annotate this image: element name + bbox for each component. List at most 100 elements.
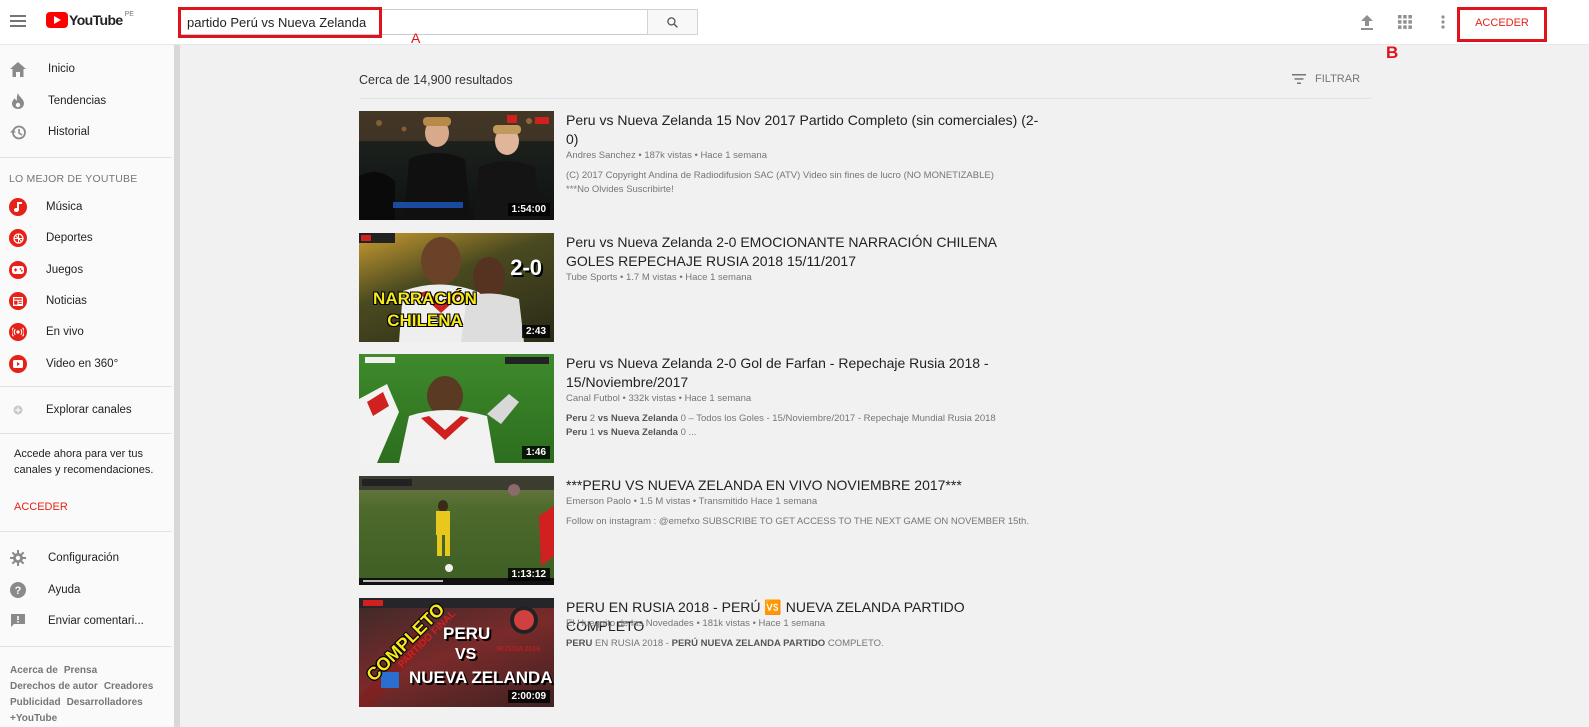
footer-link[interactable]: Desarrolladores xyxy=(67,697,143,708)
video-description: Follow on instagram : @emefxo SUBSCRIBE … xyxy=(566,515,1066,529)
thumbnail-badge-overlay: RUSSIA 2018 xyxy=(497,646,541,653)
youtube-play-icon xyxy=(46,12,68,28)
upload-icon[interactable] xyxy=(1358,13,1376,31)
sidebar-item-help[interactable]: ? Ayuda xyxy=(0,575,172,605)
video-360-icon xyxy=(9,355,27,373)
logo-wordmark: YouTube xyxy=(69,12,123,28)
sidebar-item-label: Tendencias xyxy=(48,95,107,107)
video-thumbnail[interactable]: 1:54:00 xyxy=(359,111,554,220)
settings-icon xyxy=(9,549,27,567)
search-button[interactable] xyxy=(647,9,698,35)
sidebar-divider xyxy=(0,531,172,532)
sidebar-item-feedback[interactable]: Enviar comentari... xyxy=(0,606,172,636)
video-meta: Canal Futbol • 332k vistas • Hace 1 sema… xyxy=(566,393,752,404)
footer-link[interactable]: +YouTube xyxy=(10,713,57,724)
gaming-icon xyxy=(9,261,27,279)
video-result: 2-0 NARRACIÓN CHILENA 2:43 Peru vs Nueva… xyxy=(359,233,1059,343)
sidebar-item-label: Juegos xyxy=(46,264,84,276)
video-duration: 1:13:12 xyxy=(507,568,550,581)
keyword-highlight: PERÚ NUEVA ZELANDA PARTIDO xyxy=(671,638,826,649)
signin-button[interactable]: ACCEDER xyxy=(1462,12,1542,34)
footer-link[interactable]: Creadores xyxy=(104,681,153,692)
video-description-line: Peru 1 vs Nueva Zelanda 0 ... xyxy=(566,426,1066,440)
video-description: Peru 2 vs Nueva Zelanda 0 – Todos los Go… xyxy=(566,412,1066,440)
sidebar-divider xyxy=(0,646,172,647)
sidebar-item-home[interactable]: Inicio xyxy=(0,54,172,84)
video-title[interactable]: Peru vs Nueva Zelanda 2-0 EMOCIONANTE NA… xyxy=(566,233,1046,271)
thumbnail-caption-overlay: NARRACIÓN CHILENA xyxy=(373,289,477,330)
footer-links: Acerca de Prensa Derechos de autor Creador… xyxy=(10,663,170,727)
sidebar-item-history[interactable]: Historial xyxy=(0,117,172,147)
video-result: 1:54:00 Peru vs Nueva Zelanda 15 Nov 201… xyxy=(359,111,1059,221)
sidebar-item-music[interactable]: Música xyxy=(0,192,172,222)
sidebar-item-sports[interactable]: Deportes xyxy=(0,223,172,253)
video-description-line: ***No Olvides Suscribirte! xyxy=(566,184,674,195)
video-meta: El Huequito de las Novedades • 181k vist… xyxy=(566,618,826,629)
description-text: 0 – Todos los Goles - 15/Noviembre/2017 … xyxy=(677,413,996,424)
video-title[interactable]: Peru vs Nueva Zelanda 15 Nov 2017 Partid… xyxy=(566,111,1046,149)
sidebar-item-live[interactable]: En vivo xyxy=(0,317,172,347)
apps-icon[interactable] xyxy=(1396,13,1414,31)
sidebar-item-label: Inicio xyxy=(48,63,75,75)
sidebar-item-news[interactable]: Noticias xyxy=(0,286,172,316)
keyword-highlight: Peru xyxy=(566,413,588,424)
video-thumbnail[interactable]: 1:13:12 xyxy=(359,476,554,585)
sidebar-divider xyxy=(0,433,172,434)
filter-button[interactable]: FILTRAR xyxy=(1292,73,1360,85)
sidebar-item-label: Enviar comentari... xyxy=(48,615,144,627)
add-circle-icon xyxy=(9,401,27,419)
video-meta: Emerson Paolo • 1.5 M vistas • Transmiti… xyxy=(566,496,818,507)
video-duration: 2:43 xyxy=(521,325,550,338)
video-duration: 2:00:09 xyxy=(507,690,550,703)
thumbnail-team-overlay: PERU xyxy=(443,624,491,643)
keyword-highlight: vs Nueva Zelanda xyxy=(597,413,678,424)
search-icon xyxy=(667,16,678,28)
description-text: 2 xyxy=(587,413,598,424)
sidebar-item-browse-channels[interactable]: Explorar canales xyxy=(0,395,172,425)
sidebar-divider xyxy=(0,386,172,387)
description-text: EN RUSIA 2018 - xyxy=(592,638,672,649)
sports-icon xyxy=(9,229,27,247)
video-result: 1:13:12 ***PERU VS NUEVA ZELANDA EN VIVO… xyxy=(359,476,1059,586)
filter-label: FILTRAR xyxy=(1315,73,1361,85)
filter-icon xyxy=(1292,74,1306,84)
sidebar-item-label: Historial xyxy=(48,126,90,138)
description-text: 1 xyxy=(587,427,598,438)
sidebar-item-trending[interactable]: Tendencias xyxy=(0,86,172,116)
annotation-label-a: A xyxy=(411,30,421,46)
keyword-highlight: PERU xyxy=(566,638,593,649)
footer-link[interactable]: Prensa xyxy=(64,665,97,676)
footer-link[interactable]: Publicidad xyxy=(10,697,61,708)
flame-icon xyxy=(9,92,27,110)
signin-promo-text: Accede ahora para ver tus canales y reco… xyxy=(14,448,154,476)
video-description-line: Peru 2 vs Nueva Zelanda 0 – Todos los Go… xyxy=(566,412,1066,426)
sidebar-item-360-video[interactable]: Video en 360° xyxy=(0,349,172,379)
video-title[interactable]: ***PERU VS NUEVA ZELANDA EN VIVO NOVIEMB… xyxy=(566,476,1046,495)
sidebar-item-label: En vivo xyxy=(46,326,84,338)
footer-link[interactable]: Acerca de xyxy=(10,665,58,676)
sidebar-item-label: Ayuda xyxy=(48,584,81,596)
youtube-logo[interactable]: YouTube PE xyxy=(46,10,134,28)
country-code: PE xyxy=(124,10,134,18)
thumbnail-score-overlay: 2-0 xyxy=(510,255,542,280)
history-icon xyxy=(9,123,27,141)
sidebar-signin-link[interactable]: ACCEDER xyxy=(14,501,68,513)
more-vert-icon[interactable] xyxy=(1434,13,1452,31)
sidebar: Inicio Tendencias Historial LO MEJOR DE … xyxy=(0,45,180,727)
masthead: YouTube PE ACCEDER xyxy=(0,0,1589,45)
video-title[interactable]: Peru vs Nueva Zelanda 2-0 Gol de Farfan … xyxy=(566,354,1046,392)
sidebar-item-label: Explorar canales xyxy=(46,404,132,416)
video-thumbnail[interactable]: 2-0 NARRACIÓN CHILENA 2:43 xyxy=(359,233,554,342)
video-title[interactable]: PERU EN RUSIA 2018 - PERÚ 🆚 NUEVA ZELAND… xyxy=(566,598,1046,636)
video-thumbnail[interactable]: COMPLETO PARTIDO FINAL PERU VS NUEVA ZEL… xyxy=(359,598,554,707)
video-thumbnail[interactable]: 1:46 xyxy=(359,354,554,463)
menu-icon[interactable] xyxy=(10,15,26,28)
sidebar-item-settings[interactable]: Configuración xyxy=(0,543,172,573)
footer-link[interactable]: Derechos de autor xyxy=(10,681,98,692)
sidebar-divider xyxy=(0,157,172,158)
sidebar-item-gaming[interactable]: Juegos xyxy=(0,255,172,285)
thumbnail-team-overlay: NUEVA ZELANDA xyxy=(409,668,553,687)
video-description: PERU EN RUSIA 2018 - PERÚ NUEVA ZELANDA … xyxy=(566,637,1066,651)
video-duration: 1:54:00 xyxy=(507,203,550,216)
video-description-line: (C) 2017 Copyright Andina de Radiodifusi… xyxy=(566,170,994,181)
